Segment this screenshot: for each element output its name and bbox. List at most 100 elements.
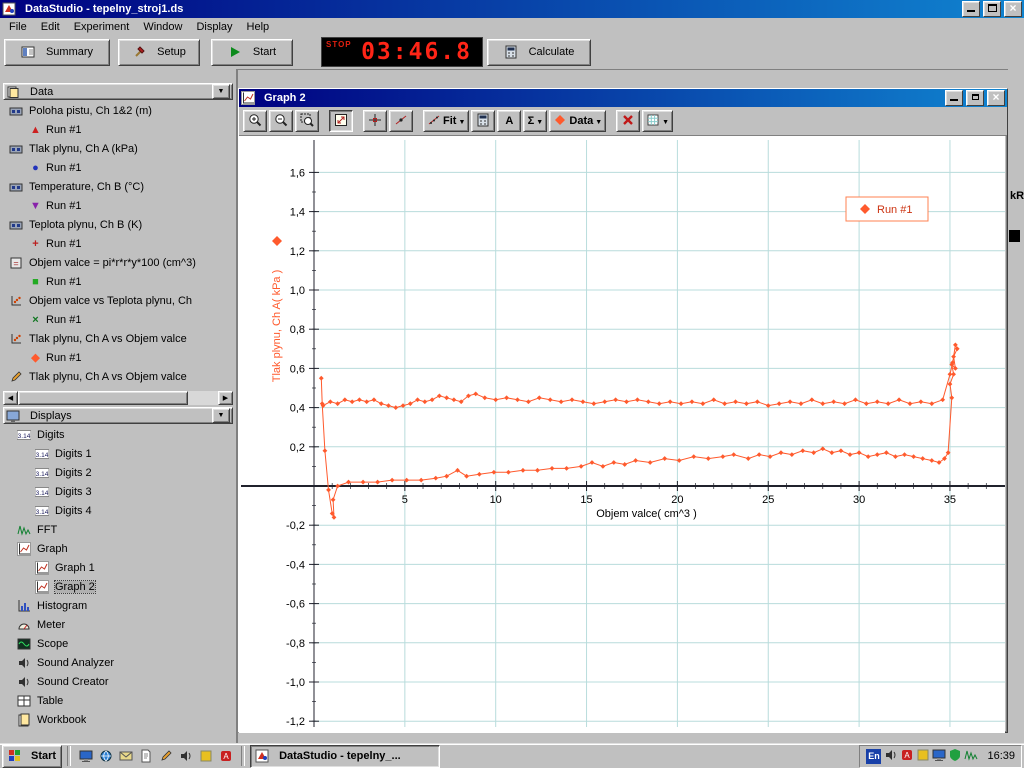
keyboard-layout-indicator[interactable]: En (866, 749, 881, 764)
svg-text:-1,2: -1,2 (286, 716, 305, 728)
svg-text:A: A (223, 752, 229, 761)
quicklaunch-page-icon[interactable] (136, 746, 156, 766)
slope-tool-button[interactable] (389, 110, 413, 132)
display-item-graph[interactable]: Graph (3, 539, 233, 558)
display-item-sound-creator[interactable]: Sound Creator (3, 672, 233, 691)
display-item-label: Digits (37, 429, 65, 441)
display-item-digits-3[interactable]: 3.14Digits 3 (3, 482, 233, 501)
restore-button[interactable] (983, 1, 1001, 17)
quicklaunch-red-app-icon[interactable]: A (216, 746, 236, 766)
text-tool-button[interactable]: A (497, 110, 521, 132)
display-item-graph-2[interactable]: Graph 2 (3, 577, 233, 596)
datastudio-task-button[interactable]: DataStudio - tepelny_... (250, 745, 440, 768)
data-run-item[interactable]: ▼Run #1 (3, 196, 233, 215)
quicklaunch-mail-icon[interactable] (116, 746, 136, 766)
displays-header-menu-button[interactable]: ▼ (212, 408, 230, 423)
data-menu-button[interactable]: Data▼ (549, 110, 606, 132)
dropdown-arrow-icon: ▼ (662, 115, 669, 127)
axis-settings-button[interactable]: ▼ (642, 110, 673, 132)
scale-to-fit-button[interactable] (329, 110, 353, 132)
menu-edit[interactable]: Edit (34, 20, 67, 34)
horizontal-scrollbar[interactable]: ◀ ▶ (3, 391, 233, 405)
data-item[interactable]: Tlak plynu, Ch A (kPa) (3, 139, 233, 158)
summary-button[interactable]: Summary (4, 39, 110, 66)
quicklaunch-globe-icon[interactable] (96, 746, 116, 766)
display-item-digits-2[interactable]: 3.14Digits 2 (3, 463, 233, 482)
tray-shieldg-icon[interactable] (948, 748, 962, 765)
quicklaunch-pencil-icon[interactable] (156, 746, 176, 766)
zoom-out-button[interactable] (269, 110, 293, 132)
start-menu-button[interactable]: Start (2, 745, 62, 768)
data-run-item[interactable]: ●Run #1 (3, 158, 233, 177)
data-item[interactable]: =Objem valce = pi*r*r*y*100 (cm^3) (3, 253, 233, 272)
run-marker-icon: ▼ (29, 200, 42, 212)
data-tree: Poloha pistu, Ch 1&2 (m)▲Run #1Tlak plyn… (3, 101, 233, 386)
svg-text:0,6: 0,6 (290, 363, 305, 375)
menu-help[interactable]: Help (240, 20, 277, 34)
taskbar-clock[interactable]: 16:39 (981, 750, 1015, 762)
data-run-item[interactable]: ▲Run #1 (3, 120, 233, 139)
pv-diagram-chart[interactable]: 1,61,41,21,00,80,60,40,2-0,2-0,4-0,6-0,8… (239, 136, 1005, 731)
chart-legend[interactable]: Run #1 (846, 197, 928, 221)
tray-fft-icon[interactable] (964, 748, 978, 765)
data-run-item[interactable]: +Run #1 (3, 234, 233, 253)
scroll-right-button[interactable]: ▶ (218, 391, 233, 405)
tray-red-app-icon[interactable]: A (900, 748, 914, 765)
data-run-item[interactable]: ◆Run #1 (3, 348, 233, 367)
close-button[interactable]: × (1004, 1, 1022, 17)
menu-experiment[interactable]: Experiment (67, 20, 137, 34)
display-item-graph-1[interactable]: Graph 1 (3, 558, 233, 577)
display-item-workbook[interactable]: Workbook (3, 710, 233, 729)
run-label: Run #1 (46, 238, 81, 250)
tray-sched-icon[interactable] (916, 748, 930, 765)
minimize-button[interactable] (962, 1, 980, 17)
display-item-fft[interactable]: FFT (3, 520, 233, 539)
quicklaunch-monitor-icon[interactable] (76, 746, 96, 766)
graph-close-button[interactable]: × (987, 90, 1005, 106)
display-item-label: Sound Analyzer (37, 657, 114, 669)
display-item-sound-analyzer[interactable]: Sound Analyzer (3, 653, 233, 672)
display-item-digits[interactable]: 3.14Digits (3, 425, 233, 444)
zoom-in-button[interactable] (243, 110, 267, 132)
graph-plot-area[interactable]: 1,61,41,21,00,80,60,40,2-0,2-0,4-0,6-0,8… (239, 136, 1005, 733)
zoom-select-button[interactable] (295, 110, 319, 132)
menu-display[interactable]: Display (189, 20, 239, 34)
quicklaunch-sched-icon[interactable] (196, 746, 216, 766)
start-button[interactable]: Start (211, 39, 293, 66)
scrollbar-thumb[interactable] (18, 391, 188, 405)
svg-text:1,4: 1,4 (290, 207, 305, 219)
menu-file[interactable]: File (2, 20, 34, 34)
setup-button[interactable]: Setup (118, 39, 200, 66)
fit-menu-button[interactable]: Fit▼ (423, 110, 469, 132)
delete-button[interactable] (616, 110, 640, 132)
menu-window[interactable]: Window (136, 20, 189, 34)
run-marker-icon: ◆ (29, 351, 42, 364)
calculate-button[interactable]: Calculate (487, 39, 591, 66)
calculator-button[interactable] (471, 110, 495, 132)
smart-tool-button[interactable] (363, 110, 387, 132)
display-item-meter[interactable]: Meter (3, 615, 233, 634)
scroll-left-button[interactable]: ◀ (3, 391, 18, 405)
quicklaunch-sound-icon[interactable] (176, 746, 196, 766)
graph-restore-button[interactable] (966, 90, 984, 106)
data-run-item[interactable]: ×Run #1 (3, 310, 233, 329)
display-item-scope[interactable]: Scope (3, 634, 233, 653)
x-axis-title: Objem valce( cm^3 ) (596, 508, 697, 520)
display-item-digits-1[interactable]: 3.14Digits 1 (3, 444, 233, 463)
data-header-menu-button[interactable]: ▼ (212, 84, 230, 99)
data-item[interactable]: Objem valce vs Teplota plynu, Ch (3, 291, 233, 310)
data-item[interactable]: Tlak plynu, Ch A vs Objem valce (3, 367, 233, 386)
data-item[interactable]: Poloha pistu, Ch 1&2 (m) (3, 101, 233, 120)
display-item-digits-4[interactable]: 3.14Digits 4 (3, 501, 233, 520)
display-item-table[interactable]: Table (3, 691, 233, 710)
data-item[interactable]: Temperature, Ch B (°C) (3, 177, 233, 196)
datastudio-app-icon (2, 2, 18, 16)
data-run-item[interactable]: ■Run #1 (3, 272, 233, 291)
graph-minimize-button[interactable] (945, 90, 963, 106)
data-item[interactable]: Tlak plynu, Ch A vs Objem valce (3, 329, 233, 348)
tray-sound-icon[interactable] (884, 748, 898, 765)
tray-monitor-icon[interactable] (932, 748, 946, 765)
data-item[interactable]: Teplota plynu, Ch B (K) (3, 215, 233, 234)
display-item-histogram[interactable]: Histogram (3, 596, 233, 615)
statistics-button[interactable]: Σ▼ (523, 110, 547, 132)
